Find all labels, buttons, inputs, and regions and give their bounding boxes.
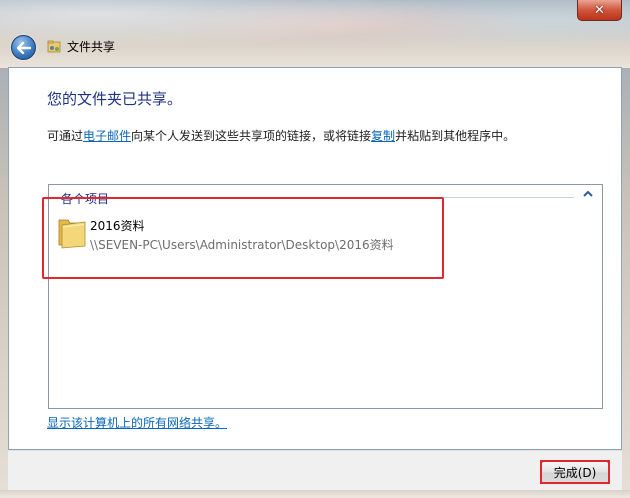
chevron-up-icon[interactable] bbox=[582, 189, 594, 199]
item-name: 2016资料 bbox=[90, 219, 145, 233]
close-icon: ✕ bbox=[594, 2, 605, 18]
copy-link[interactable]: 复制 bbox=[371, 129, 395, 143]
desc-before: 可通过 bbox=[47, 129, 84, 143]
folder-icon bbox=[58, 219, 86, 249]
email-link[interactable]: 电子邮件 bbox=[83, 129, 131, 143]
footer-bar: 完成(D) bbox=[8, 450, 622, 490]
finish-button[interactable]: 完成(D) bbox=[541, 461, 609, 484]
group-header[interactable]: 各个项目 bbox=[61, 190, 116, 207]
content-panel: 您的文件夹已共享。 可通过电子邮件向某个人发送到这些共享项的链接，或将链接复制并… bbox=[8, 67, 622, 450]
desc-middle: 向某个人发送到这些共享项的链接，或将链接 bbox=[131, 129, 372, 143]
back-arrow-icon bbox=[16, 41, 31, 54]
window-bottom-edge bbox=[0, 490, 630, 498]
group-divider bbox=[127, 197, 574, 198]
instructions-text: 可通过电子邮件向某个人发送到这些共享项的链接，或将链接复制并粘贴到其他程序中。 bbox=[47, 127, 515, 144]
list-item[interactable]: 2016资料 \\SEVEN-PC\Users\Administrator\De… bbox=[54, 211, 434, 259]
sharing-folder-icon bbox=[47, 40, 61, 53]
window-titlebar: ✕ 文件共享 bbox=[0, 0, 630, 68]
back-button[interactable] bbox=[11, 35, 36, 60]
show-all-shares-link[interactable]: 显示该计算机上的所有网络共享。 bbox=[47, 414, 227, 431]
item-path: \\SEVEN-PC\Users\Administrator\Desktop\2… bbox=[90, 238, 394, 252]
window-title: 文件共享 bbox=[67, 40, 116, 54]
desc-after: 并粘贴到其他程序中。 bbox=[395, 129, 516, 143]
shared-items-list: 各个项目 2016资料 \\SEVEN-PC\Users\Administrat… bbox=[48, 184, 603, 409]
close-button[interactable]: ✕ bbox=[577, 0, 622, 21]
page-title: 您的文件夹已共享。 bbox=[47, 90, 183, 108]
